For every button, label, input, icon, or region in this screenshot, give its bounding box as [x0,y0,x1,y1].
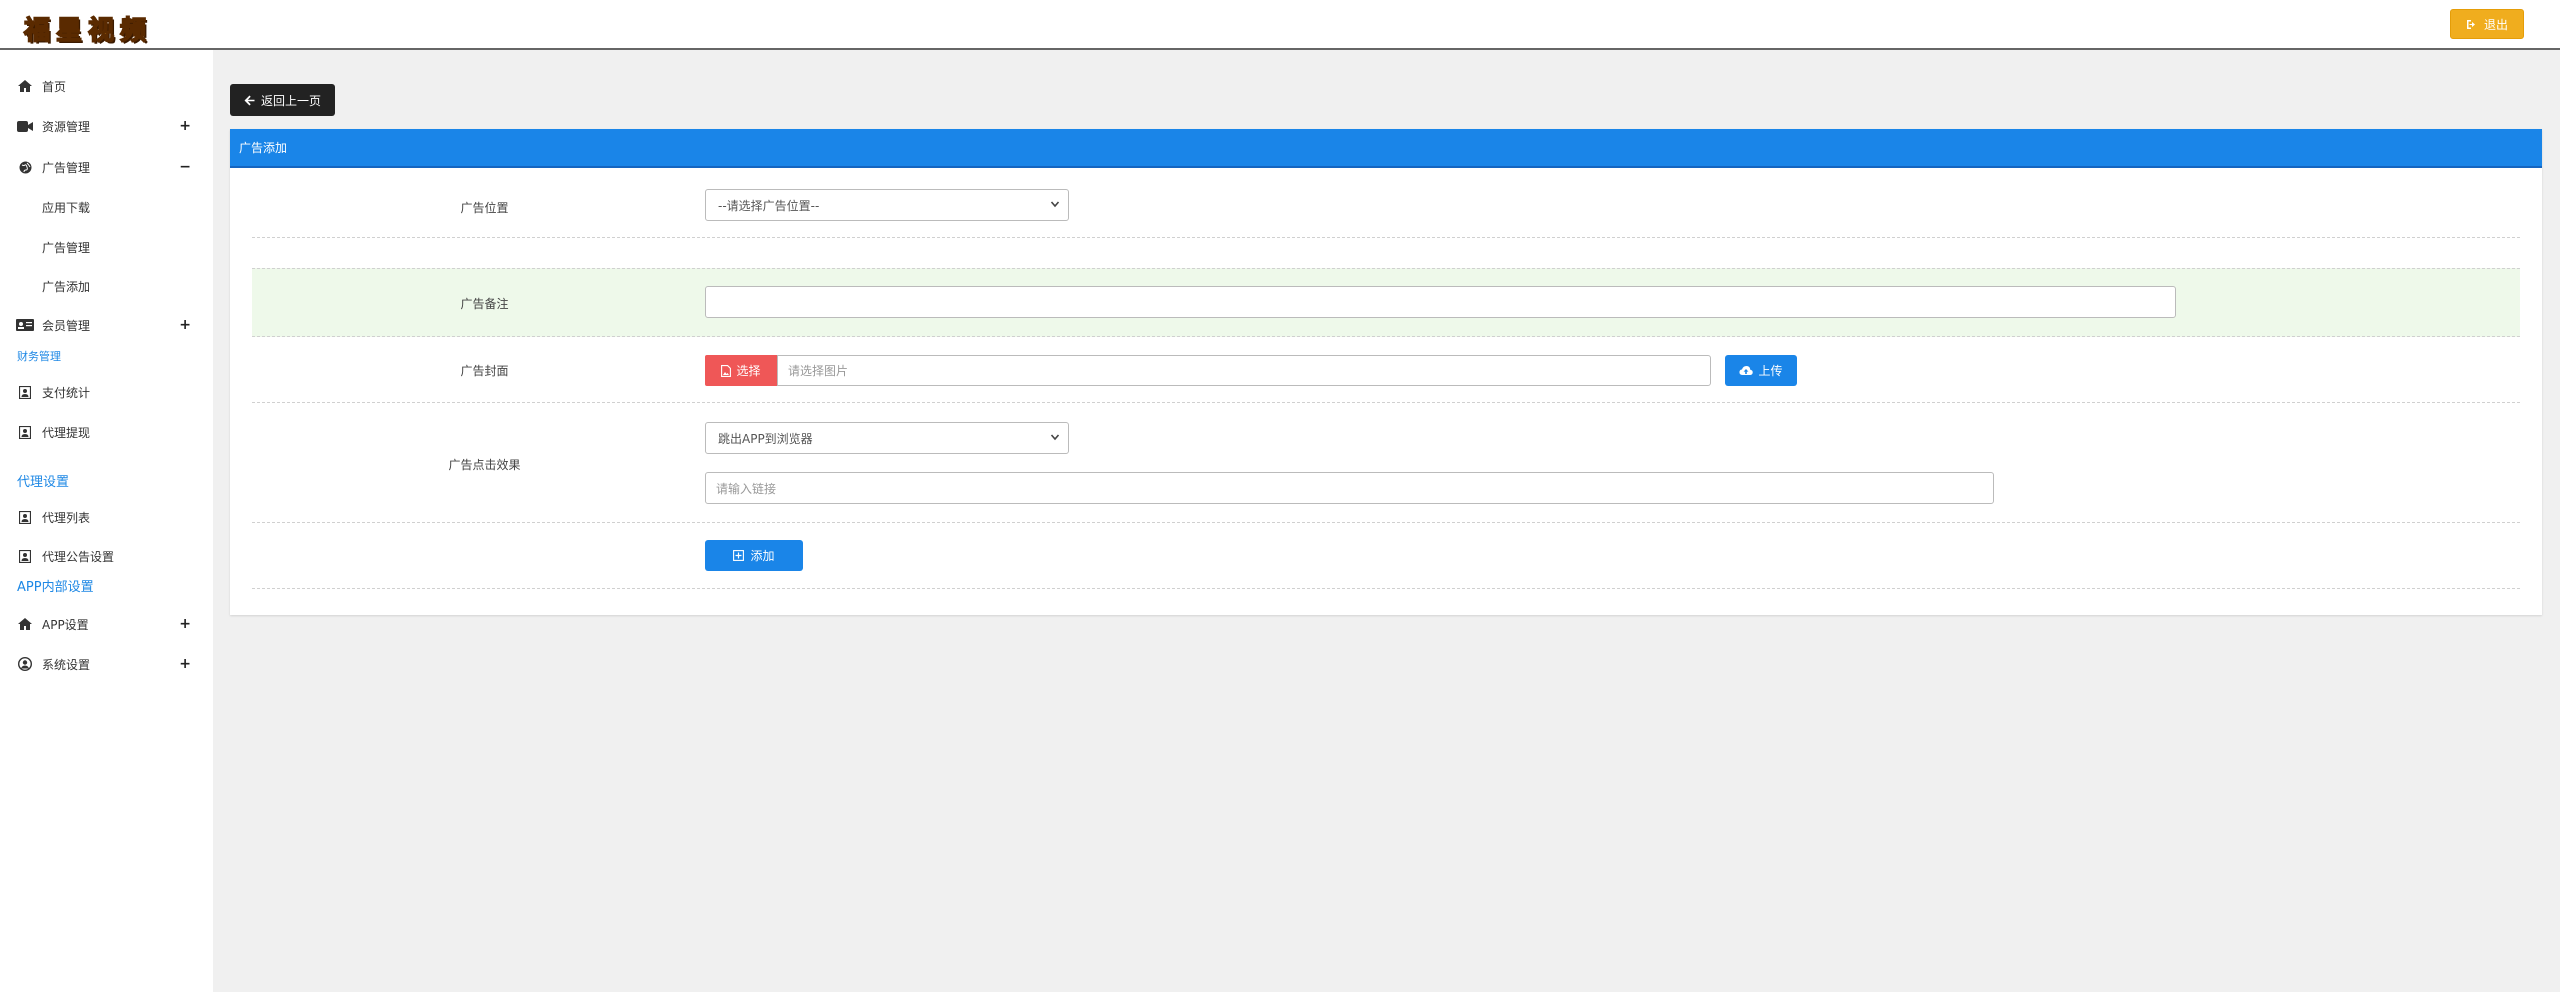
video-camera-icon [16,119,34,133]
top-bar: 福星视频 退出 [0,0,2560,50]
section-title-finance: 财务管理 [17,350,61,363]
sidebar-item-label: 系统设置 [42,657,91,672]
sidebar-item-system-settings[interactable]: 系统设置 + [0,649,213,679]
plus-square-icon [733,550,745,561]
sidebar-item-agent-notice[interactable]: 代理公告设置 [0,541,213,571]
link-input[interactable]: 请输入链接 [705,472,1994,504]
cloud-upload-icon [1739,366,1754,375]
form-row-submit: 添加 [252,523,2520,589]
user-badge-icon [16,510,34,524]
sidebar-item-label: 代理公告设置 [42,549,115,564]
logout-label: 退出 [2483,17,2508,32]
panel-title: 广告添加 [230,129,2542,168]
remark-input[interactable] [705,286,2176,318]
sidebar-item-pay-stats[interactable]: 支付统计 [0,377,213,407]
ad-add-panel: 广告添加 广告位置 --请选择广告位置-- 广告备注 广告封面 选择 请选择图片… [230,129,2542,615]
section-title-app-internal: APP内部设置 [17,580,94,595]
position-select[interactable]: --请选择广告位置-- [705,189,1069,221]
form-row-remark: 广告备注 [252,268,2520,337]
user-badge-icon [16,385,34,399]
sidebar-subitem-ad-manage[interactable]: 广告管理 [42,234,90,260]
sidebar-item-members[interactable]: 会员管理 + [0,310,213,340]
logout-button[interactable]: 退出 [2450,9,2524,39]
chevron-down-icon [1050,434,1060,441]
back-button[interactable]: 返回上一页 [230,84,335,116]
expand-icon[interactable]: + [179,118,191,134]
sidebar-item-label: 广告管理 [42,160,91,175]
expand-icon[interactable]: + [179,656,191,672]
form-row-cover: 广告封面 选择 请选择图片 上传 [252,337,2520,403]
user-badge-icon [16,425,34,439]
app-logo[interactable]: 福星视频 [23,10,152,47]
choose-label: 选择 [736,364,761,378]
file-image-icon [721,364,732,377]
form-row-position: 广告位置 --请选择广告位置-- [252,168,2520,238]
click-effect-label: 广告点击效果 [448,458,521,472]
sidebar-item-home[interactable]: 首页 [0,71,213,101]
sidebar-subitem-ad-add[interactable]: 广告添加 [42,273,90,299]
sidebar-item-agent-withdraw[interactable]: 代理提现 [0,417,213,447]
sidebar-item-ads[interactable]: 广告管理 − [0,152,213,182]
position-label: 广告位置 [460,201,509,215]
cover-label: 广告封面 [460,364,509,378]
upload-label: 上传 [1758,364,1783,378]
sidebar-item-label: APP设置 [42,617,89,632]
id-card-icon [16,318,34,332]
sidebar-subitem-app-download[interactable]: 应用下载 [42,194,90,220]
user-circle-icon [16,657,34,671]
sidebar-item-app-settings[interactable]: APP设置 + [0,609,213,639]
sidebar-item-label: 代理列表 [42,510,91,525]
sidebar: 首页 资源管理 + 广告管理 − 应用下载 广告管理 广告添加 会员管理 + 财… [0,50,213,992]
user-badge-icon [16,549,34,563]
sidebar-item-agent-list[interactable]: 代理列表 [0,502,213,532]
form-row-click-effect: 广告点击效果 跳出APP到浏览器 请输入链接 [252,403,2520,523]
sidebar-item-label: 代理提现 [42,425,91,440]
home-icon [16,79,34,93]
sidebar-item-resource[interactable]: 资源管理 + [0,111,213,141]
chevron-down-icon [1050,201,1060,208]
sign-out-icon [2466,19,2475,29]
remark-label: 广告备注 [460,297,509,311]
add-label: 添加 [750,549,775,563]
cover-path-input[interactable]: 请选择图片 [777,355,1711,386]
click-effect-select-value: 跳出APP到浏览器 [718,431,813,446]
collapse-icon[interactable]: − [179,159,191,175]
sidebar-item-label: 资源管理 [42,119,91,134]
choose-image-button[interactable]: 选择 [705,355,777,386]
sidebar-item-label: 支付统计 [42,385,91,400]
add-submit-button[interactable]: 添加 [705,540,803,571]
click-effect-select[interactable]: 跳出APP到浏览器 [705,422,1069,454]
arrow-left-icon [244,95,255,105]
upload-button[interactable]: 上传 [1725,355,1797,386]
back-label: 返回上一页 [260,93,321,108]
globe-icon [16,160,34,174]
sidebar-item-label: 会员管理 [42,318,91,333]
position-select-value: --请选择广告位置-- [718,198,820,213]
expand-icon[interactable]: + [179,317,191,333]
section-title-agent-settings: 代理设置 [17,475,70,490]
home-icon [16,617,34,631]
sidebar-item-label: 首页 [42,79,67,94]
expand-icon[interactable]: + [179,616,191,632]
